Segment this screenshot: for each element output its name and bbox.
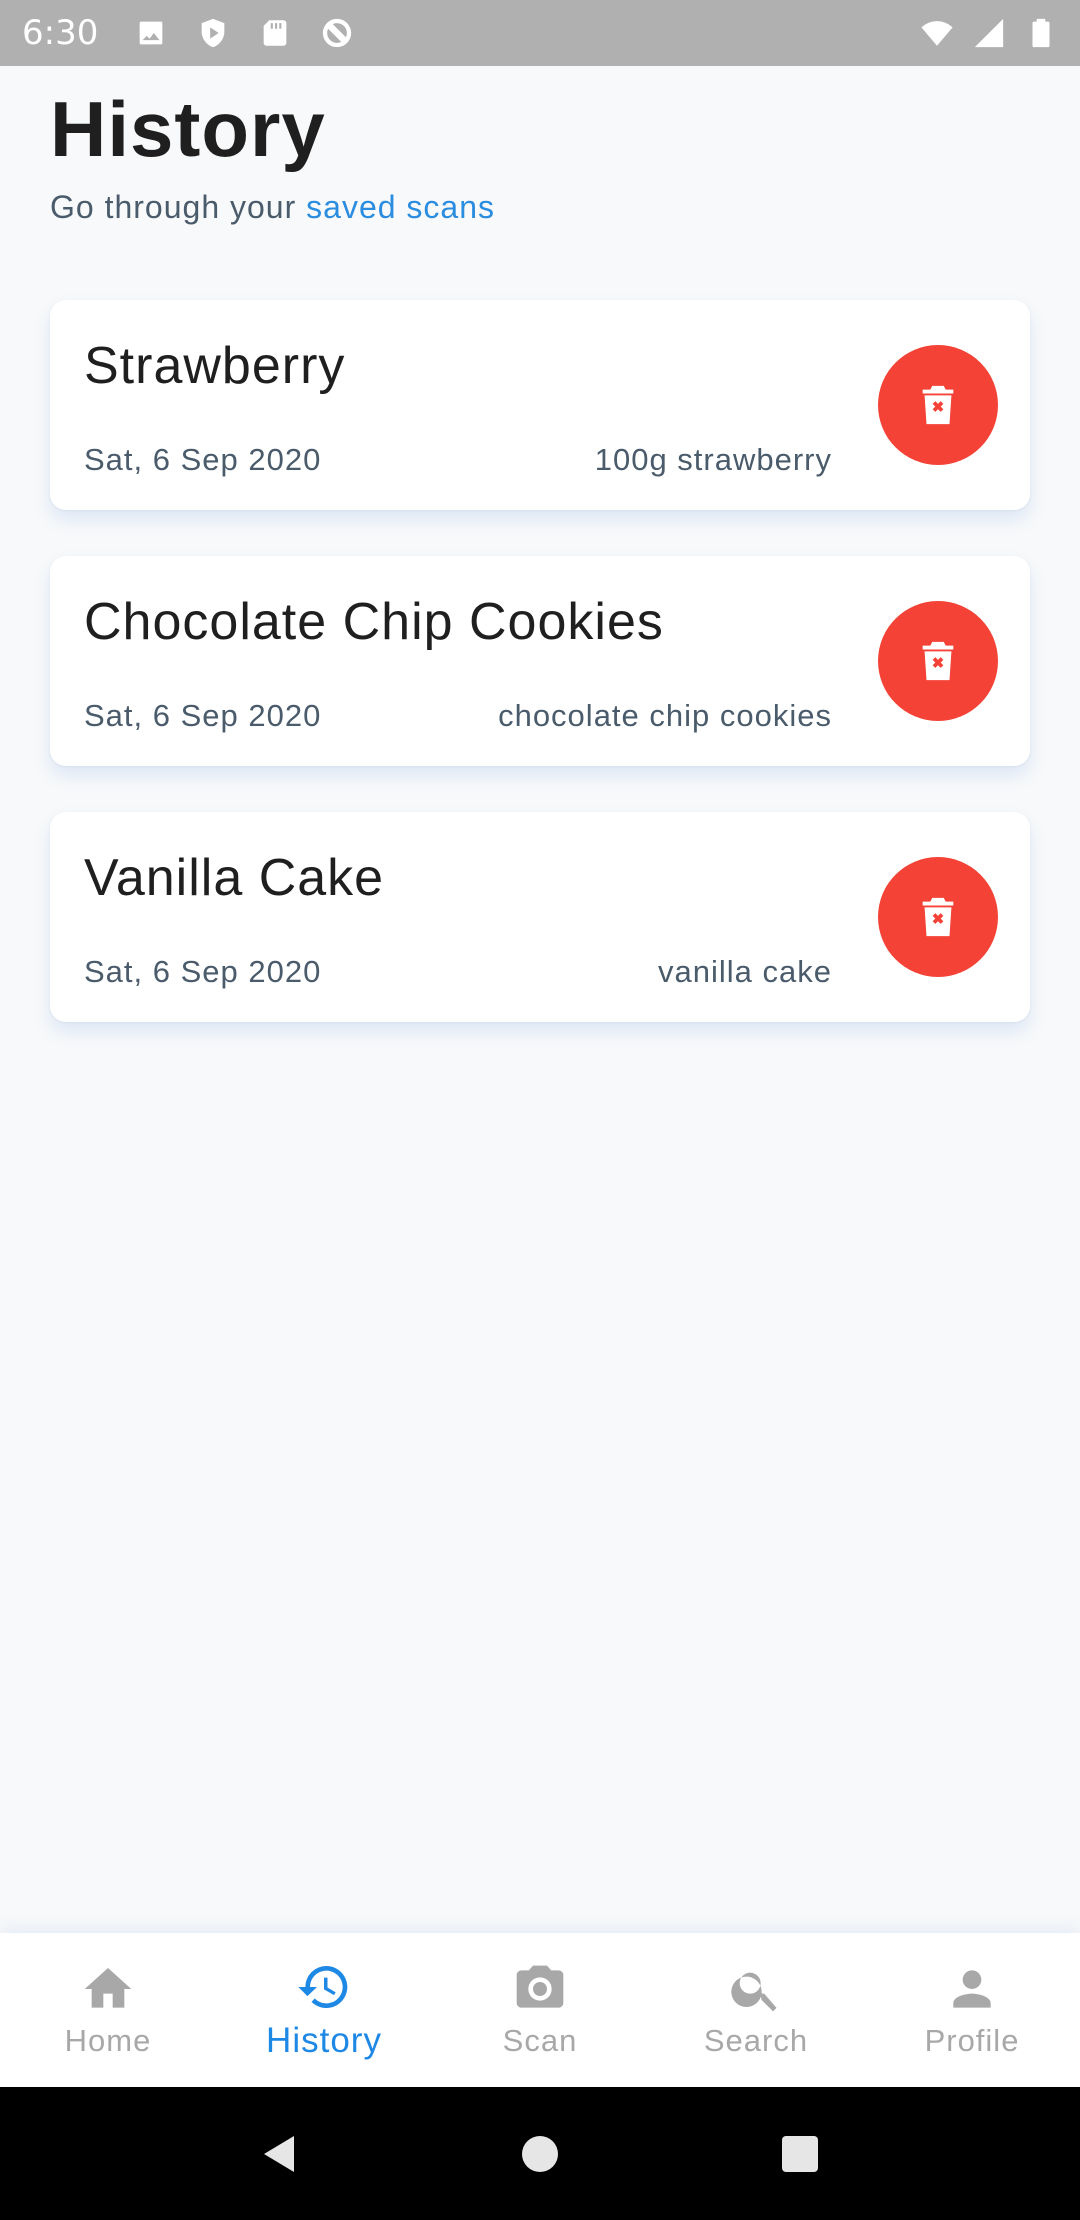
nav-home[interactable]: Home [0,1933,216,2087]
signal-icon [970,14,1008,52]
trash-icon [922,641,954,681]
saved-scans-link[interactable]: saved scans [306,189,495,225]
nav-label: Home [64,2023,152,2058]
status-bar: 6:30 [0,0,1080,66]
person-icon [953,1970,991,2008]
nav-label: History [266,2021,382,2060]
card-description: vanilla cake [658,954,832,989]
card-date: Sat, 6 Sep 2020 [84,442,322,477]
recents-button[interactable] [775,2129,825,2179]
card-date: Sat, 6 Sep 2020 [84,698,322,733]
card-title: Strawberry [84,337,346,395]
card-description: 100g strawberry [594,442,832,477]
nav-label: Profile [924,2023,1020,2058]
shield-icon [194,14,232,52]
back-button[interactable] [255,2129,305,2179]
home-icon [84,1968,132,2008]
history-card[interactable]: Strawberry Sat, 6 Sep 2020 100g strawber… [50,300,1030,510]
trash-icon [922,897,954,937]
history-card[interactable]: Chocolate Chip Cookies Sat, 6 Sep 2020 c… [50,556,1030,766]
status-system-icons [918,0,1060,66]
history-list: Strawberry Sat, 6 Sep 2020 100g strawber… [50,300,1030,1068]
card-title: Vanilla Cake [84,849,385,907]
subtitle-text: Go through your [50,189,297,225]
nav-search[interactable]: Search [648,1933,864,2087]
page-subtitle: Go through your saved scans [50,189,495,226]
nav-label: Search [703,2023,809,2058]
delete-button[interactable] [878,601,998,721]
image-icon [132,14,170,52]
status-time: 6:30 [22,13,99,53]
history-icon [298,1966,348,2008]
history-card[interactable]: Vanilla Cake Sat, 6 Sep 2020 vanilla cak… [50,812,1030,1022]
delete-button[interactable] [878,345,998,465]
search-icon [731,1972,777,2012]
page-title: History [50,85,326,173]
battery-icon [1022,14,1060,52]
nav-history[interactable]: History [216,1933,432,2087]
page-header: History Go through your saved scans [50,84,495,226]
home-circle-icon [522,2135,558,2172]
system-navigation-bar [0,2087,1080,2220]
trash-icon [922,385,954,425]
nav-scan[interactable]: Scan [432,1933,648,2087]
camera-icon [516,1965,564,2008]
wifi-icon [918,14,956,52]
bottom-navigation: Home History Scan Search Profile [0,1933,1080,2087]
home-button[interactable] [515,2129,565,2179]
status-notification-icons [132,14,356,52]
delete-button[interactable] [878,857,998,977]
card-date: Sat, 6 Sep 2020 [84,954,322,989]
card-title: Chocolate Chip Cookies [84,593,664,651]
back-triangle-icon [264,2135,294,2172]
at-sign-icon [318,14,356,52]
nav-profile[interactable]: Profile [864,1933,1080,2087]
recents-square-icon [782,2135,818,2172]
sd-card-icon [256,14,294,52]
nav-label: Scan [502,2023,578,2058]
card-description: chocolate chip cookies [498,698,832,733]
